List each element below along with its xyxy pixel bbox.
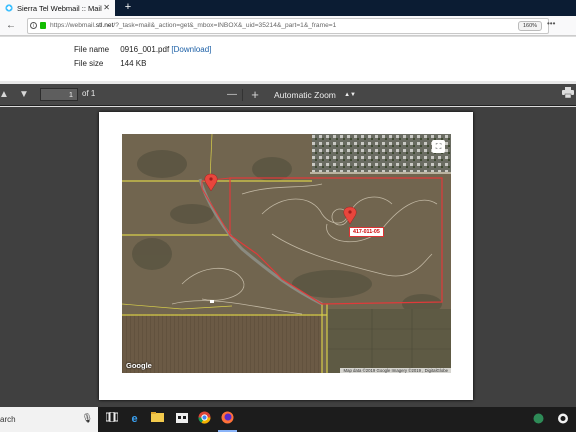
back-arrow-icon[interactable]: ←: [4, 18, 18, 34]
parcel-label: 417-011-05: [349, 227, 384, 237]
store-icon[interactable]: [173, 411, 190, 428]
file-explorer-icon[interactable]: [149, 411, 166, 428]
pdf-toolbar: ▲ ▼ 1 of 1 — + Automatic Zoom ▲▼: [0, 84, 576, 106]
url-text[interactable]: https://webmail.stl.net/?_task=mail&_act…: [50, 22, 336, 29]
pdf-viewer[interactable]: ⛶ 417-011-05 Google Map data ©2019 Googl…: [0, 107, 576, 407]
previous-page-icon[interactable]: ▲: [0, 87, 10, 103]
aerial-map-image: [122, 134, 451, 373]
address-bar[interactable]: i https://webmail.stl.net/?_task=mail&_a…: [27, 18, 555, 34]
download-link[interactable]: [Download]: [171, 45, 211, 54]
task-view-icon[interactable]: [103, 411, 120, 428]
print-icon[interactable]: [560, 87, 576, 103]
file-name-value: 0916_001.pdf: [120, 45, 170, 54]
aerial-map: ⛶ 417-011-05 Google Map data ©2019 Googl…: [122, 134, 451, 373]
pdf-page: ⛶ 417-011-05 Google Map data ©2019 Googl…: [99, 112, 473, 400]
search-box-text: arch: [0, 415, 16, 424]
firefox-icon[interactable]: [219, 411, 236, 428]
zoom-out-button[interactable]: —: [225, 87, 239, 103]
edge-browser-icon[interactable]: e: [126, 411, 143, 428]
page-number-input[interactable]: 1: [40, 88, 78, 101]
new-tab-button[interactable]: +: [121, 0, 135, 16]
tray-app-icon[interactable]: [533, 413, 544, 426]
toolbar-separator: [242, 89, 243, 101]
windows-taskbar: arch 🎙 e: [0, 407, 576, 432]
chrome-icon[interactable]: [196, 411, 213, 428]
page-actions-menu-icon[interactable]: •••: [547, 19, 555, 28]
file-size-label: File size: [74, 59, 104, 68]
file-name-label: File name: [74, 45, 110, 54]
map-attribution: Map data ©2019 Google Imagery ©2019 , Di…: [340, 368, 451, 373]
attachment-info-panel: File name 0916_001.pdf [Download] File s…: [0, 37, 576, 81]
tab-strip: Sierra Tel Webmail :: Mail ✕ +: [0, 0, 576, 16]
zoom-level-badge[interactable]: 160%: [518, 21, 542, 31]
fullscreen-icon: ⛶: [432, 140, 445, 153]
tab-title: Sierra Tel Webmail :: Mail: [17, 3, 102, 13]
file-size-value: 144 KB: [120, 59, 147, 68]
next-page-icon[interactable]: ▼: [17, 87, 31, 103]
navigation-bar: ← i https://webmail.stl.net/?_task=mail&…: [0, 16, 576, 36]
roundcube-favicon-icon: [5, 4, 13, 12]
tab-webmail[interactable]: Sierra Tel Webmail :: Mail ✕: [0, 0, 115, 16]
google-logo: Google: [126, 361, 152, 370]
zoom-select-value: Automatic Zoom: [274, 90, 336, 100]
page-count: of 1: [82, 89, 96, 98]
site-info-icon[interactable]: i: [30, 22, 37, 29]
zoom-in-button[interactable]: +: [248, 87, 262, 103]
chevron-updown-icon: ▲▼: [344, 92, 356, 98]
zoom-select[interactable]: Automatic Zoom ▲▼: [268, 88, 360, 102]
tray-onedrive-icon[interactable]: [557, 413, 569, 426]
microphone-icon[interactable]: 🎙: [82, 413, 93, 424]
taskbar-search-box[interactable]: arch 🎙: [0, 407, 98, 432]
file-name-row: File name 0916_001.pdf [Download]: [74, 45, 211, 54]
padlock-icon[interactable]: [40, 22, 46, 29]
tab-close-icon[interactable]: ✕: [103, 3, 110, 12]
file-size-row: File size 144 KB: [74, 59, 146, 68]
url-domain: stl.net: [95, 22, 114, 29]
